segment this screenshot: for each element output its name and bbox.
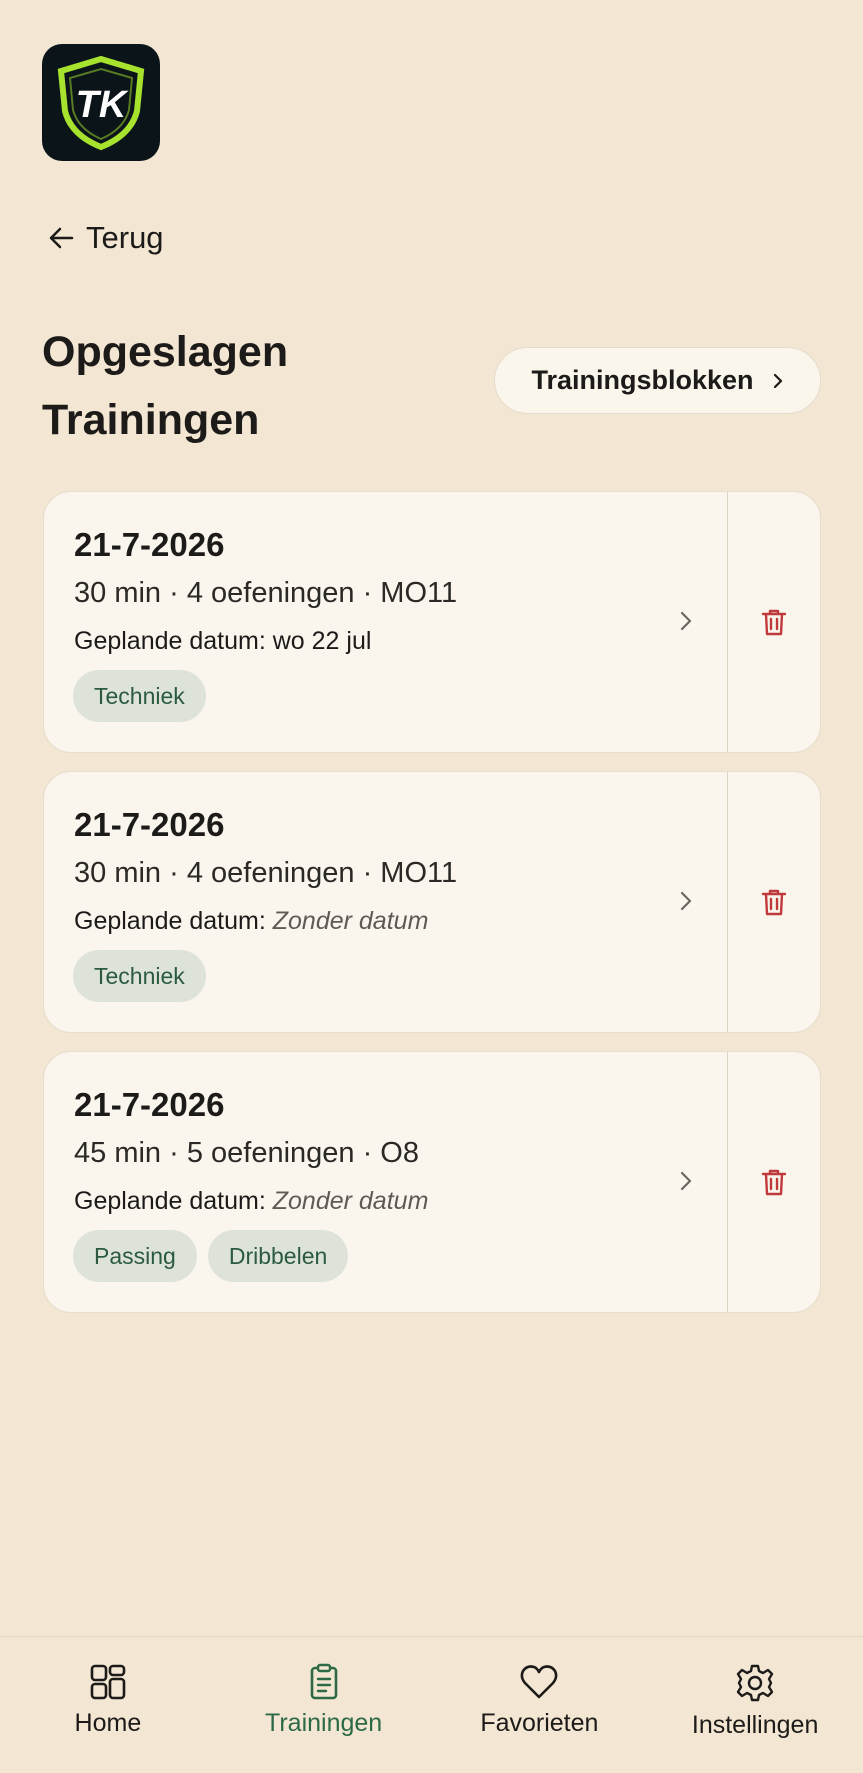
- training-meta: 45 min · 5 oefeningen · O8: [74, 1137, 419, 1169]
- tag-badge: Techniek: [73, 950, 206, 1002]
- planned-date: Geplande datum: Zonder datum: [74, 1187, 428, 1216]
- tag-badge: Passing: [73, 1230, 197, 1282]
- planned-date-label: Geplande datum:: [74, 907, 266, 935]
- planned-date-label: Geplande datum:: [74, 1187, 266, 1215]
- training-blocks-button[interactable]: Trainingsblokken: [494, 347, 821, 414]
- tag-badge: Dribbelen: [207, 1230, 349, 1282]
- trash-icon: [761, 889, 787, 916]
- planned-date-label: Geplande datum:: [74, 627, 266, 655]
- training-card: 21-7-2026 30 min · 4 oefeningen · MO11 G…: [43, 771, 821, 1033]
- heart-icon: [520, 1665, 558, 1699]
- arrow-left-icon: [49, 227, 74, 249]
- nav-label-instellingen: Instellingen: [691, 1711, 819, 1739]
- chevron-right-icon: [773, 373, 782, 388]
- nav-item-favorieten[interactable]: Favorieten: [432, 1637, 648, 1773]
- planned-date-value: Zonder datum: [272, 907, 429, 935]
- nav-item-home[interactable]: Home: [0, 1637, 216, 1773]
- nav-item-trainingen[interactable]: Trainingen: [216, 1637, 432, 1773]
- app-logo: TK: [42, 44, 160, 161]
- open-training-area[interactable]: 21-7-2026 30 min · 4 oefeningen · MO11 G…: [44, 772, 727, 1032]
- planned-date: Geplande datum: Zonder datum: [74, 907, 428, 936]
- nav-item-instellingen[interactable]: Instellingen: [647, 1637, 863, 1773]
- page-title-line2: Trainingen: [42, 396, 260, 444]
- tag-badge: Techniek: [73, 670, 206, 722]
- chevron-right-icon: [680, 611, 692, 631]
- trash-icon: [761, 1169, 787, 1196]
- gear-icon: [736, 1664, 774, 1702]
- page-title-line1: Opgeslagen: [42, 328, 289, 376]
- back-label: Terug: [86, 220, 164, 255]
- trash-icon: [761, 609, 787, 636]
- planned-date: Geplande datum: wo 22 jul: [74, 627, 371, 656]
- delete-training-button[interactable]: [727, 492, 820, 752]
- clipboard-icon: [310, 1663, 337, 1700]
- planned-date-value: wo 22 jul: [272, 627, 372, 655]
- training-blocks-label: Trainingsblokken: [531, 365, 754, 395]
- bottom-navigation: Home Trainingen Favorieten Instellingen: [0, 1636, 863, 1773]
- shield-logo-icon: TK: [57, 55, 145, 150]
- training-date: 21-7-2026: [74, 526, 225, 563]
- training-meta: 30 min · 4 oefeningen · MO11: [74, 857, 458, 889]
- page-title: Opgeslagen Trainingen: [42, 318, 402, 454]
- logo-lettering: TK: [76, 84, 129, 126]
- chevron-right-icon: [680, 1171, 692, 1191]
- nav-label-home: Home: [74, 1709, 142, 1737]
- planned-date-value: Zonder datum: [272, 1187, 429, 1215]
- dashboard-icon: [90, 1664, 126, 1700]
- tag-list: Passing Dribbelen: [73, 1230, 349, 1282]
- chevron-right-icon: [680, 891, 692, 911]
- delete-training-button[interactable]: [727, 1052, 820, 1312]
- back-button[interactable]: Terug: [48, 220, 164, 256]
- tag-list: Techniek: [73, 670, 206, 722]
- training-date: 21-7-2026: [74, 1086, 225, 1123]
- tag-list: Techniek: [73, 950, 206, 1002]
- training-card: 21-7-2026 45 min · 5 oefeningen · O8 Gep…: [43, 1051, 821, 1313]
- nav-label-trainingen: Trainingen: [265, 1709, 383, 1737]
- training-card: 21-7-2026 30 min · 4 oefeningen · MO11 G…: [43, 491, 821, 753]
- training-meta: 30 min · 4 oefeningen · MO11: [74, 577, 458, 609]
- delete-training-button[interactable]: [727, 772, 820, 1032]
- saved-trainings-screen: TK Terug Opgeslagen Trainingen Trainings…: [0, 0, 863, 1773]
- open-training-area[interactable]: 21-7-2026 30 min · 4 oefeningen · MO11 G…: [44, 492, 727, 752]
- training-list: 21-7-2026 30 min · 4 oefeningen · MO11 G…: [43, 491, 821, 1331]
- open-training-area[interactable]: 21-7-2026 45 min · 5 oefeningen · O8 Gep…: [44, 1052, 727, 1312]
- training-date: 21-7-2026: [74, 806, 225, 843]
- nav-label-favorieten: Favorieten: [480, 1709, 599, 1737]
